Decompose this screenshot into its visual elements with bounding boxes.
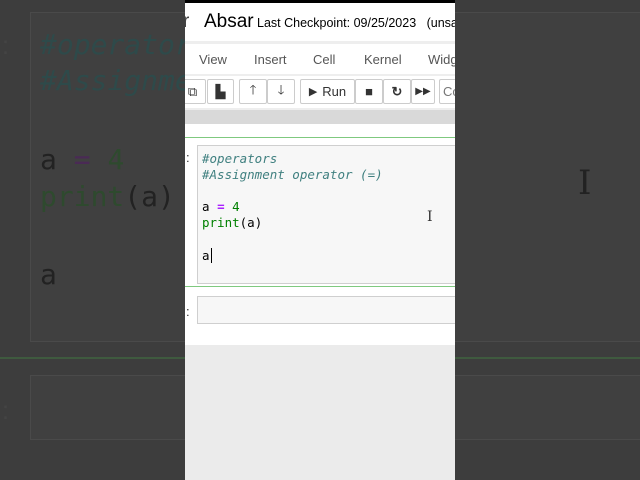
menu-cell[interactable]: Cell — [313, 52, 335, 67]
interrupt-button[interactable]: ■ — [355, 79, 383, 104]
mouse-ibeam-icon: I — [427, 209, 433, 225]
bg-code-var: a — [40, 143, 57, 176]
text-caret — [210, 248, 212, 263]
play-icon: ▶ — [308, 86, 318, 98]
notebook-window: r Absar Last Checkpoint: 09/25/2023 (uns… — [185, 0, 455, 480]
code-builtin: print — [202, 215, 240, 230]
page-bottom — [185, 345, 455, 480]
code-line: #operators — [202, 151, 278, 166]
menu-kernel[interactable]: Kernel — [364, 52, 402, 67]
paste-button[interactable]: ▙ — [207, 79, 234, 104]
bg-prompt: : — [2, 395, 10, 425]
copy-button[interactable]: ⧉ — [185, 79, 206, 104]
code-line: #Assignment operator (=) — [202, 167, 383, 182]
paste-icon: ▙ — [215, 83, 226, 99]
run-label: Run — [322, 84, 347, 99]
cell-type-select[interactable]: Co — [439, 79, 455, 104]
stop-icon: ■ — [365, 84, 373, 99]
fast-forward-icon: ▶▶ — [415, 86, 431, 97]
code-cell-selected[interactable]: : #operators #Assignment operator (=) a … — [185, 137, 455, 287]
logo-fragment: r — [185, 11, 190, 32]
arrow-down-icon: 🡓 — [277, 81, 285, 97]
arrow-up-icon: 🡑 — [249, 81, 257, 97]
cell-prompt: : — [186, 150, 190, 165]
text-cursor-icon: I — [578, 163, 592, 203]
unsaved-status: (unsa — [426, 16, 455, 30]
run-button[interactable]: ▶ Run — [300, 79, 355, 104]
move-down-button[interactable]: 🡓 — [267, 79, 295, 104]
code-args: (a) — [239, 215, 263, 230]
restart-button[interactable]: ↻ — [383, 79, 411, 104]
empty-code-cell[interactable] — [197, 296, 455, 324]
bg-code-args: (a) — [124, 180, 175, 213]
notebook-area: : #operators #Assignment operator (=) a … — [185, 124, 455, 345]
bg-code-func: print — [40, 180, 125, 213]
code-number: 4 — [232, 199, 240, 214]
menu-widgets[interactable]: Widg — [428, 52, 455, 67]
notebook-header: r Absar Last Checkpoint: 09/25/2023 (uns… — [185, 3, 455, 41]
code-editor[interactable]: #operators #Assignment operator (=) a = … — [197, 145, 455, 284]
bg-code-num: 4 — [107, 143, 125, 176]
bg-code-op: = — [73, 143, 91, 176]
code-operator: = — [217, 199, 225, 214]
bg-code-line: #operator — [40, 28, 192, 61]
empty-cell-prompt: : — [186, 304, 190, 319]
cell-type-value: Co — [443, 84, 455, 99]
bg-prompt: : — [2, 30, 10, 60]
menu-view[interactable]: View — [199, 52, 227, 67]
restart-icon: ↻ — [391, 83, 403, 99]
bg-code-line: #Assignme — [40, 64, 192, 97]
code-line: a — [202, 248, 210, 263]
menu-insert[interactable]: Insert — [254, 52, 287, 67]
move-up-button[interactable]: 🡑 — [239, 79, 267, 104]
copy-icon: ⧉ — [187, 83, 198, 99]
toolbar: ⧉ ▙ 🡑 🡓 ▶ Run ■ ↻ ▶▶ Co — [185, 76, 455, 108]
run-all-button[interactable]: ▶▶ — [411, 79, 435, 104]
toolbar-divider — [185, 110, 455, 124]
checkpoint-status: Last Checkpoint: 09/25/2023 — [257, 16, 417, 30]
bg-code-line: a — [40, 258, 57, 291]
notebook-title[interactable]: Absar — [204, 11, 254, 33]
menu-bar: View Insert Cell Kernel Widg — [185, 44, 455, 74]
code-var: a — [202, 199, 210, 214]
